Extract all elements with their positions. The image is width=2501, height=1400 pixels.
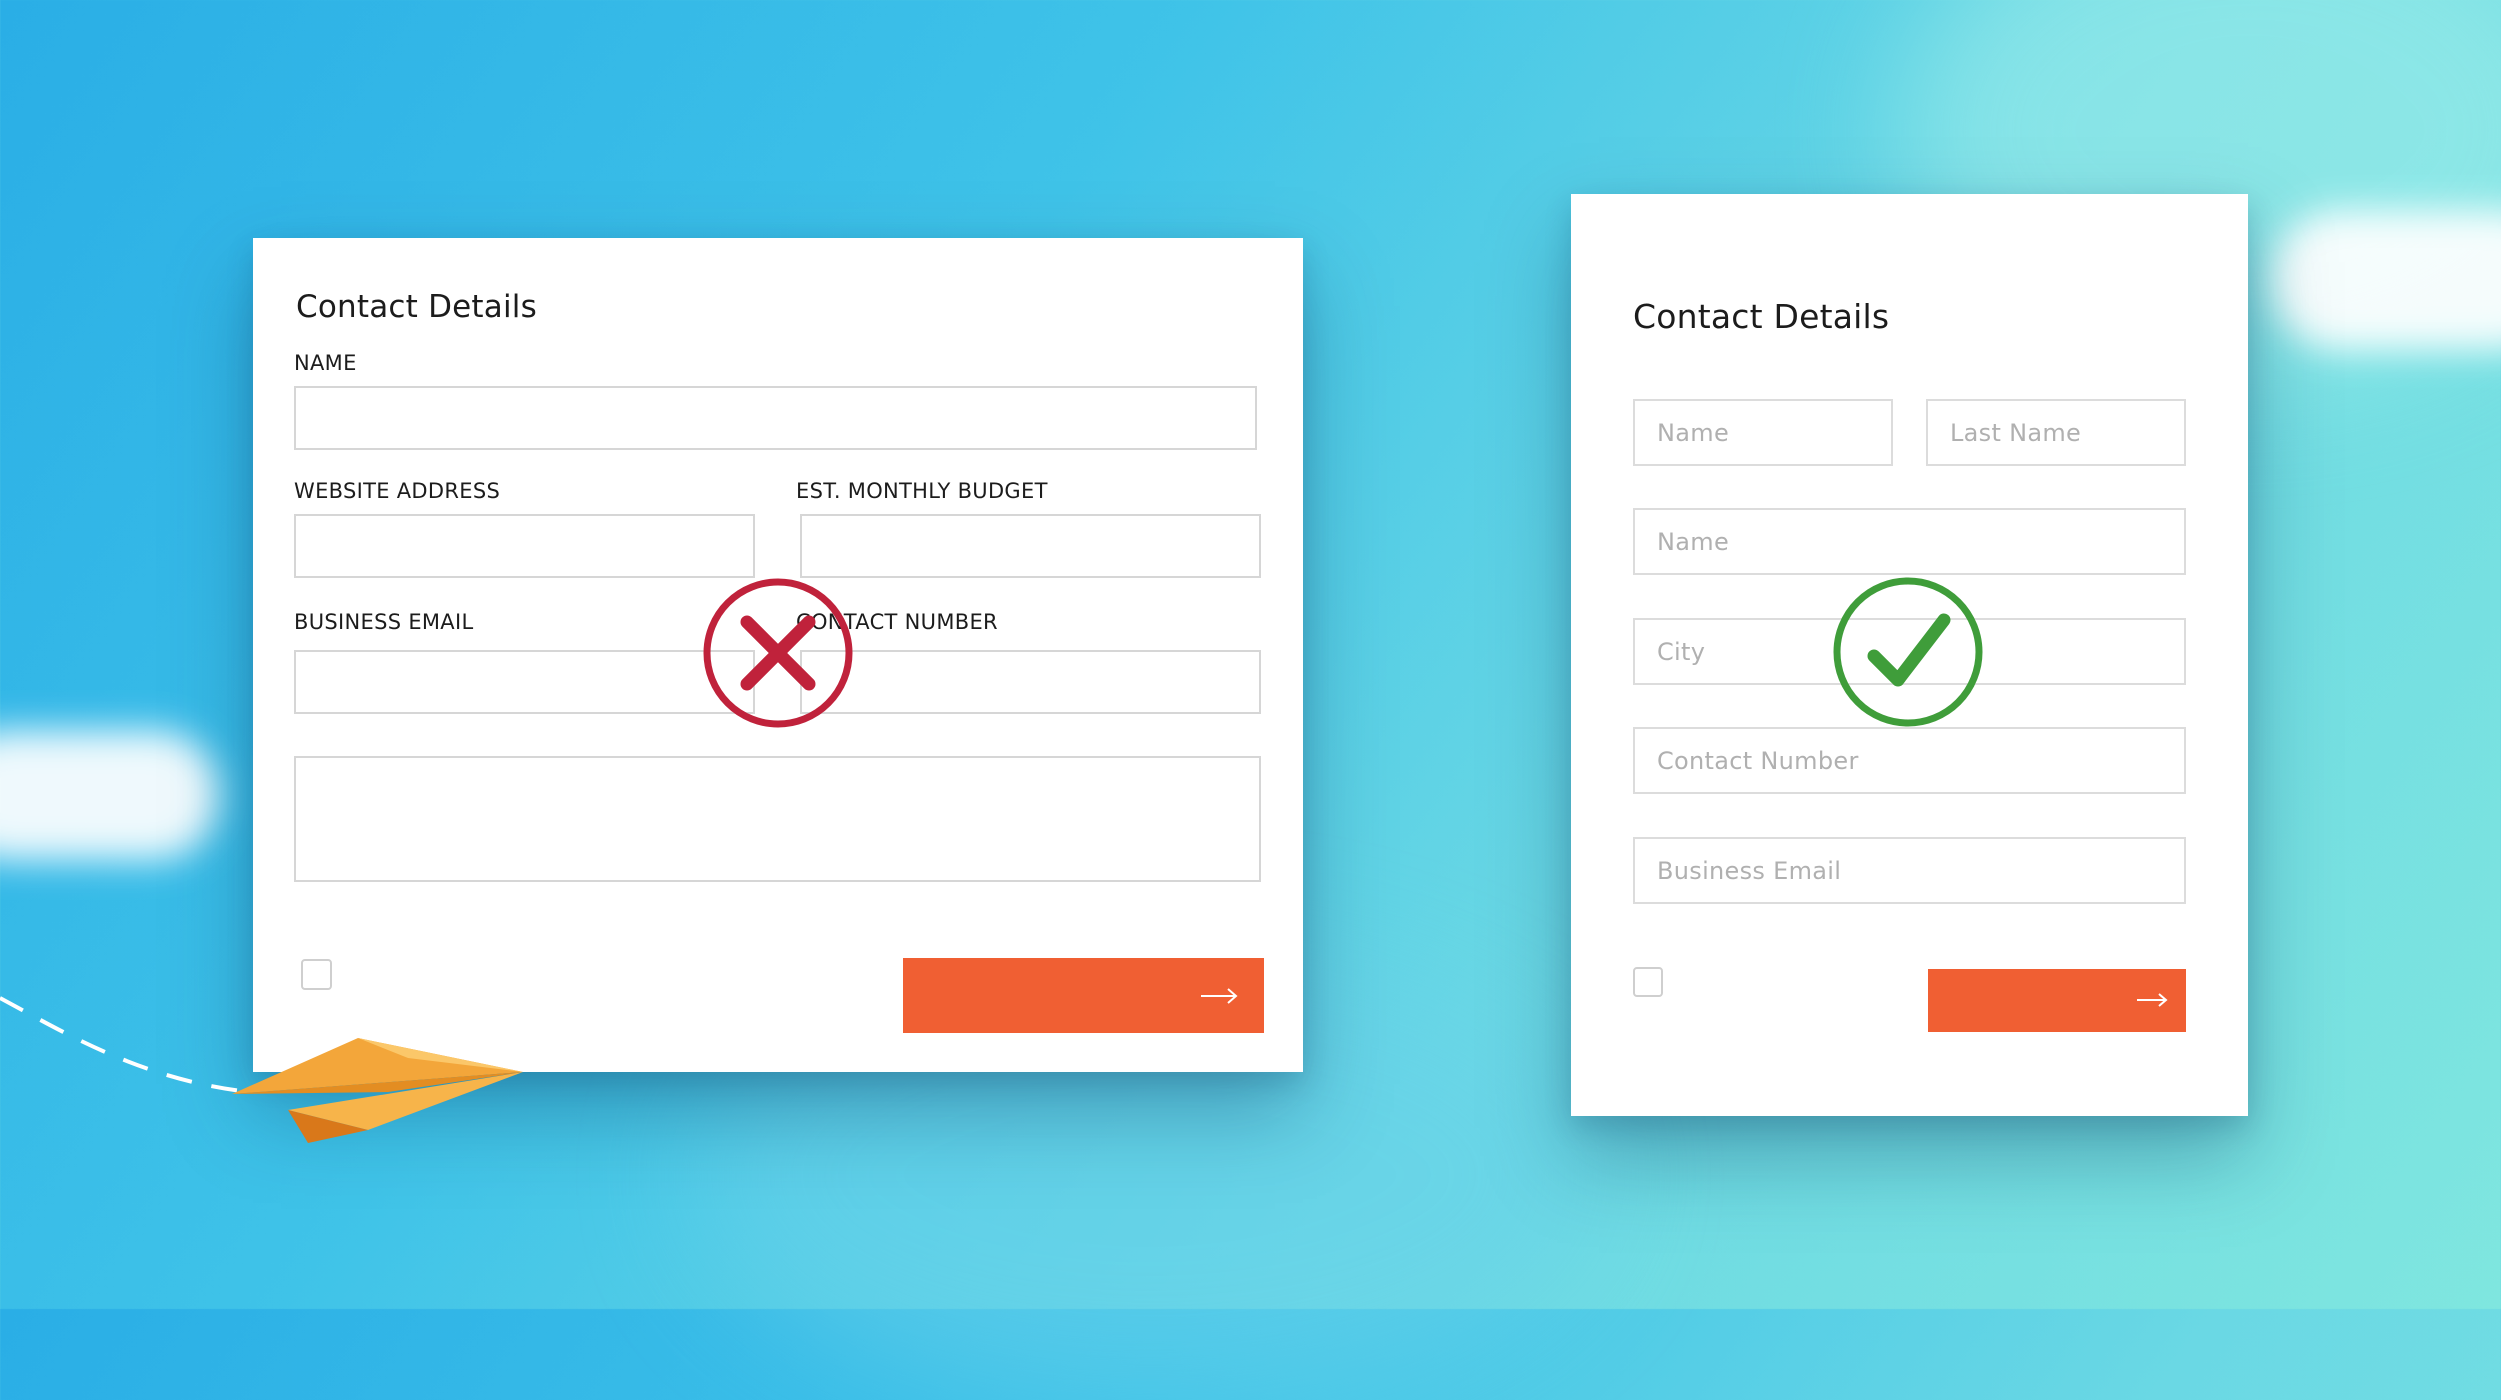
paper-plane-icon	[232, 1038, 523, 1143]
check-circle-icon	[1833, 577, 1983, 727]
message-textarea[interactable]	[294, 756, 1261, 882]
budget-label: EST. MONTHLY BUDGET	[796, 479, 1048, 503]
first-name-input[interactable]: Name	[1633, 399, 1893, 466]
name-input[interactable]: Name	[1633, 508, 2186, 575]
city-placeholder: City	[1657, 637, 1706, 666]
contact-input[interactable]	[800, 650, 1261, 714]
contact-number-placeholder: Contact Number	[1657, 746, 1859, 775]
cloud-icon	[0, 730, 220, 860]
name-placeholder: Name	[1657, 527, 1730, 556]
business-email-input[interactable]: Business Email	[1633, 837, 2186, 904]
name-input[interactable]	[294, 386, 1257, 450]
business-email-placeholder: Business Email	[1657, 856, 1842, 885]
contact-number-input[interactable]: Contact Number	[1633, 727, 2186, 794]
submit-button[interactable]	[903, 958, 1264, 1033]
arrow-right-icon	[2137, 993, 2168, 1007]
last-name-input[interactable]: Last Name	[1926, 399, 2186, 466]
name-label: NAME	[294, 351, 357, 375]
email-input[interactable]	[294, 650, 755, 714]
x-circle-icon	[703, 578, 853, 728]
submit-button[interactable]	[1928, 969, 2186, 1032]
flight-trail	[0, 996, 251, 1094]
budget-input[interactable]	[800, 514, 1261, 578]
consent-checkbox[interactable]	[301, 959, 332, 990]
website-input[interactable]	[294, 514, 755, 578]
email-label: BUSINESS EMAIL	[294, 610, 474, 634]
good-contact-form: Contact Details Name Last Name Name City…	[1571, 194, 2248, 1116]
last-name-placeholder: Last Name	[1950, 418, 2082, 447]
form-title: Contact Details	[296, 289, 537, 325]
consent-checkbox[interactable]	[1633, 967, 1663, 997]
first-name-placeholder: Name	[1657, 418, 1730, 447]
cloud-icon	[2270, 210, 2501, 350]
bad-contact-form: Contact Details NAME WEBSITE ADDRESS EST…	[253, 238, 1303, 1072]
arrow-right-icon	[1201, 988, 1238, 1004]
website-label: WEBSITE ADDRESS	[294, 479, 501, 503]
form-title: Contact Details	[1633, 297, 1890, 336]
